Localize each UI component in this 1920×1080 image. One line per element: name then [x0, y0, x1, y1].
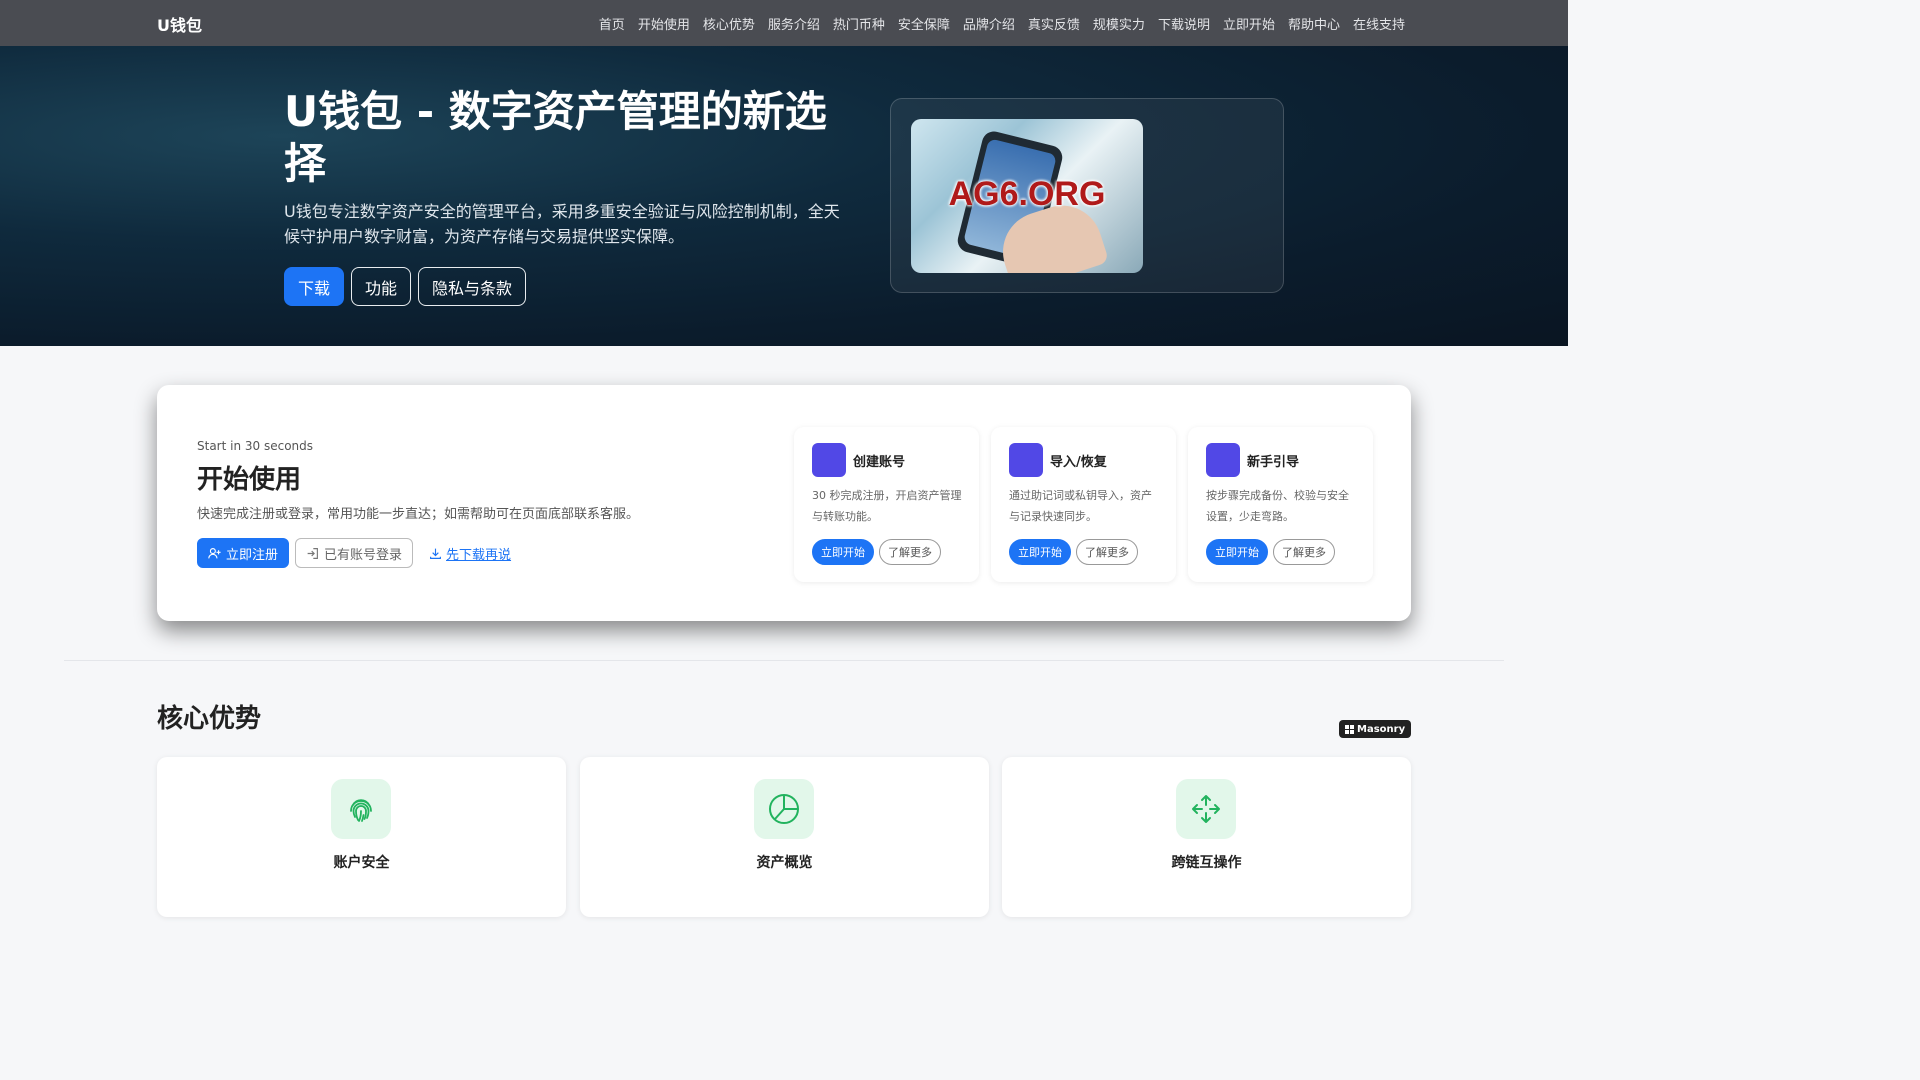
- image-watermark-text: AG6.ORG: [948, 175, 1106, 213]
- nav-link-start-now[interactable]: 立即开始: [1223, 14, 1275, 33]
- feature-square-icon: [812, 443, 846, 477]
- hero-buttons: 下载 功能 隐私与条款: [284, 267, 527, 306]
- start-eyebrow: Start in 30 seconds: [197, 439, 314, 453]
- start-description: 快速完成注册或登录，常用功能一步直达；如需帮助可在页面底部联系客服。: [197, 507, 640, 522]
- feature-start-button[interactable]: 立即开始: [1009, 539, 1071, 565]
- download-first-label: 先下载再说: [446, 547, 512, 563]
- top-navbar: U钱包 首页 开始使用 核心优势 服务介绍 热门币种 安全保障 品牌介绍 真实反…: [0, 0, 1568, 46]
- hero-title: U钱包 - 数字资产管理的新选择: [284, 87, 827, 188]
- nav-link-scale[interactable]: 规模实力: [1093, 14, 1145, 33]
- feature-learn-more-button[interactable]: 了解更多: [1076, 539, 1138, 565]
- core-card-cross-chain: 跨链互操作: [1002, 757, 1411, 917]
- login-icon: [307, 547, 318, 559]
- hero-section: U钱包 - 数字资产管理的新选择 U钱包专注数字资产安全的管理平台，采用多重安全…: [0, 46, 1568, 346]
- feature-buttons: 立即开始 了解更多: [1206, 539, 1335, 565]
- feature-description: 30 秒完成注册，开启资产管理与转账功能。: [812, 489, 962, 523]
- feature-square-icon: [1206, 443, 1240, 477]
- hero-image: AG6.ORG: [911, 119, 1143, 273]
- download-icon: [430, 548, 441, 559]
- login-button[interactable]: 已有账号登录: [295, 538, 414, 568]
- hero-image-card: AG6.ORG: [890, 98, 1284, 293]
- feature-learn-more-button[interactable]: 了解更多: [879, 539, 941, 565]
- nav-link-help-center[interactable]: 帮助中心: [1288, 14, 1340, 33]
- core-card-label: 资产概览: [756, 855, 813, 871]
- feature-start-button[interactable]: 立即开始: [812, 539, 874, 565]
- core-advantages-title: 核心优势: [157, 704, 262, 734]
- core-card-label: 账户安全: [333, 855, 390, 871]
- download-first-link[interactable]: 先下载再说: [429, 544, 511, 563]
- user-plus-icon: [208, 547, 221, 558]
- feature-buttons: 立即开始 了解更多: [1009, 539, 1138, 565]
- feature-square-icon: [1009, 443, 1043, 477]
- nav-link-get-started[interactable]: 开始使用: [638, 14, 690, 33]
- download-button[interactable]: 下载: [284, 267, 345, 306]
- feature-buttons: 立即开始 了解更多: [812, 539, 941, 565]
- arrows-move-icon: [1176, 779, 1236, 839]
- core-card-label: 跨链互操作: [1171, 855, 1242, 871]
- nav-link-feedback[interactable]: 真实反馈: [1028, 14, 1080, 33]
- feature-title: 创建账号: [853, 455, 906, 470]
- nav-link-popular-coins[interactable]: 热门币种: [833, 14, 885, 33]
- nav-link-online-support[interactable]: 在线支持: [1353, 14, 1405, 33]
- fingerprint-icon: [331, 779, 391, 839]
- feature-title: 新手引导: [1247, 455, 1300, 470]
- register-button[interactable]: 立即注册: [197, 538, 290, 568]
- nav-link-brand[interactable]: 品牌介绍: [963, 14, 1015, 33]
- hero-description: U钱包专注数字资产安全的管理平台，采用多重安全验证与风险控制机制，全天候守护用户…: [284, 202, 840, 246]
- nav-link-core-advantages[interactable]: 核心优势: [703, 14, 755, 33]
- brand-logo[interactable]: U钱包: [157, 12, 202, 36]
- section-divider: [64, 660, 1504, 661]
- masonry-badge: Masonry: [1339, 720, 1412, 738]
- feature-description: 按步骤完成备份、校验与安全设置，少走弯路。: [1206, 489, 1349, 523]
- feature-card-beginner-guide: 新手引导 按步骤完成备份、校验与安全设置，少走弯路。 立即开始 了解更多: [1188, 427, 1373, 582]
- grid-icon: [1345, 724, 1354, 734]
- core-card-asset-overview: 资产概览: [580, 757, 989, 917]
- feature-title: 导入/恢复: [1050, 455, 1107, 470]
- feature-start-button[interactable]: 立即开始: [1206, 539, 1268, 565]
- feature-card-create-account: 创建账号 30 秒完成注册，开启资产管理与转账功能。 立即开始 了解更多: [794, 427, 979, 582]
- login-label: 已有账号登录: [324, 547, 403, 563]
- nav-links: 首页 开始使用 核心优势 服务介绍 热门币种 安全保障 品牌介绍 真实反馈 规模…: [599, 14, 1405, 33]
- get-started-card: Start in 30 seconds 开始使用 快速完成注册或登录，常用功能一…: [157, 385, 1411, 621]
- nav-link-download-guide[interactable]: 下载说明: [1158, 14, 1210, 33]
- nav-link-security[interactable]: 安全保障: [898, 14, 950, 33]
- pie-chart-icon: [754, 779, 814, 839]
- feature-card-import-restore: 导入/恢复 通过助记词或私钥导入，资产与记录快速同步。 立即开始 了解更多: [991, 427, 1176, 582]
- start-buttons: 立即注册 已有账号登录 先下载再说: [197, 538, 511, 568]
- feature-description: 通过助记词或私钥导入，资产与记录快速同步。: [1009, 489, 1152, 523]
- nav-link-services[interactable]: 服务介绍: [768, 14, 820, 33]
- nav-link-home[interactable]: 首页: [599, 14, 625, 33]
- features-button[interactable]: 功能: [351, 267, 412, 306]
- masonry-label: Masonry: [1357, 723, 1406, 735]
- start-title: 开始使用: [197, 465, 302, 495]
- feature-learn-more-button[interactable]: 了解更多: [1273, 539, 1335, 565]
- privacy-terms-button[interactable]: 隐私与条款: [418, 267, 527, 306]
- register-label: 立即注册: [226, 547, 279, 563]
- core-card-account-security: 账户安全: [157, 757, 566, 917]
